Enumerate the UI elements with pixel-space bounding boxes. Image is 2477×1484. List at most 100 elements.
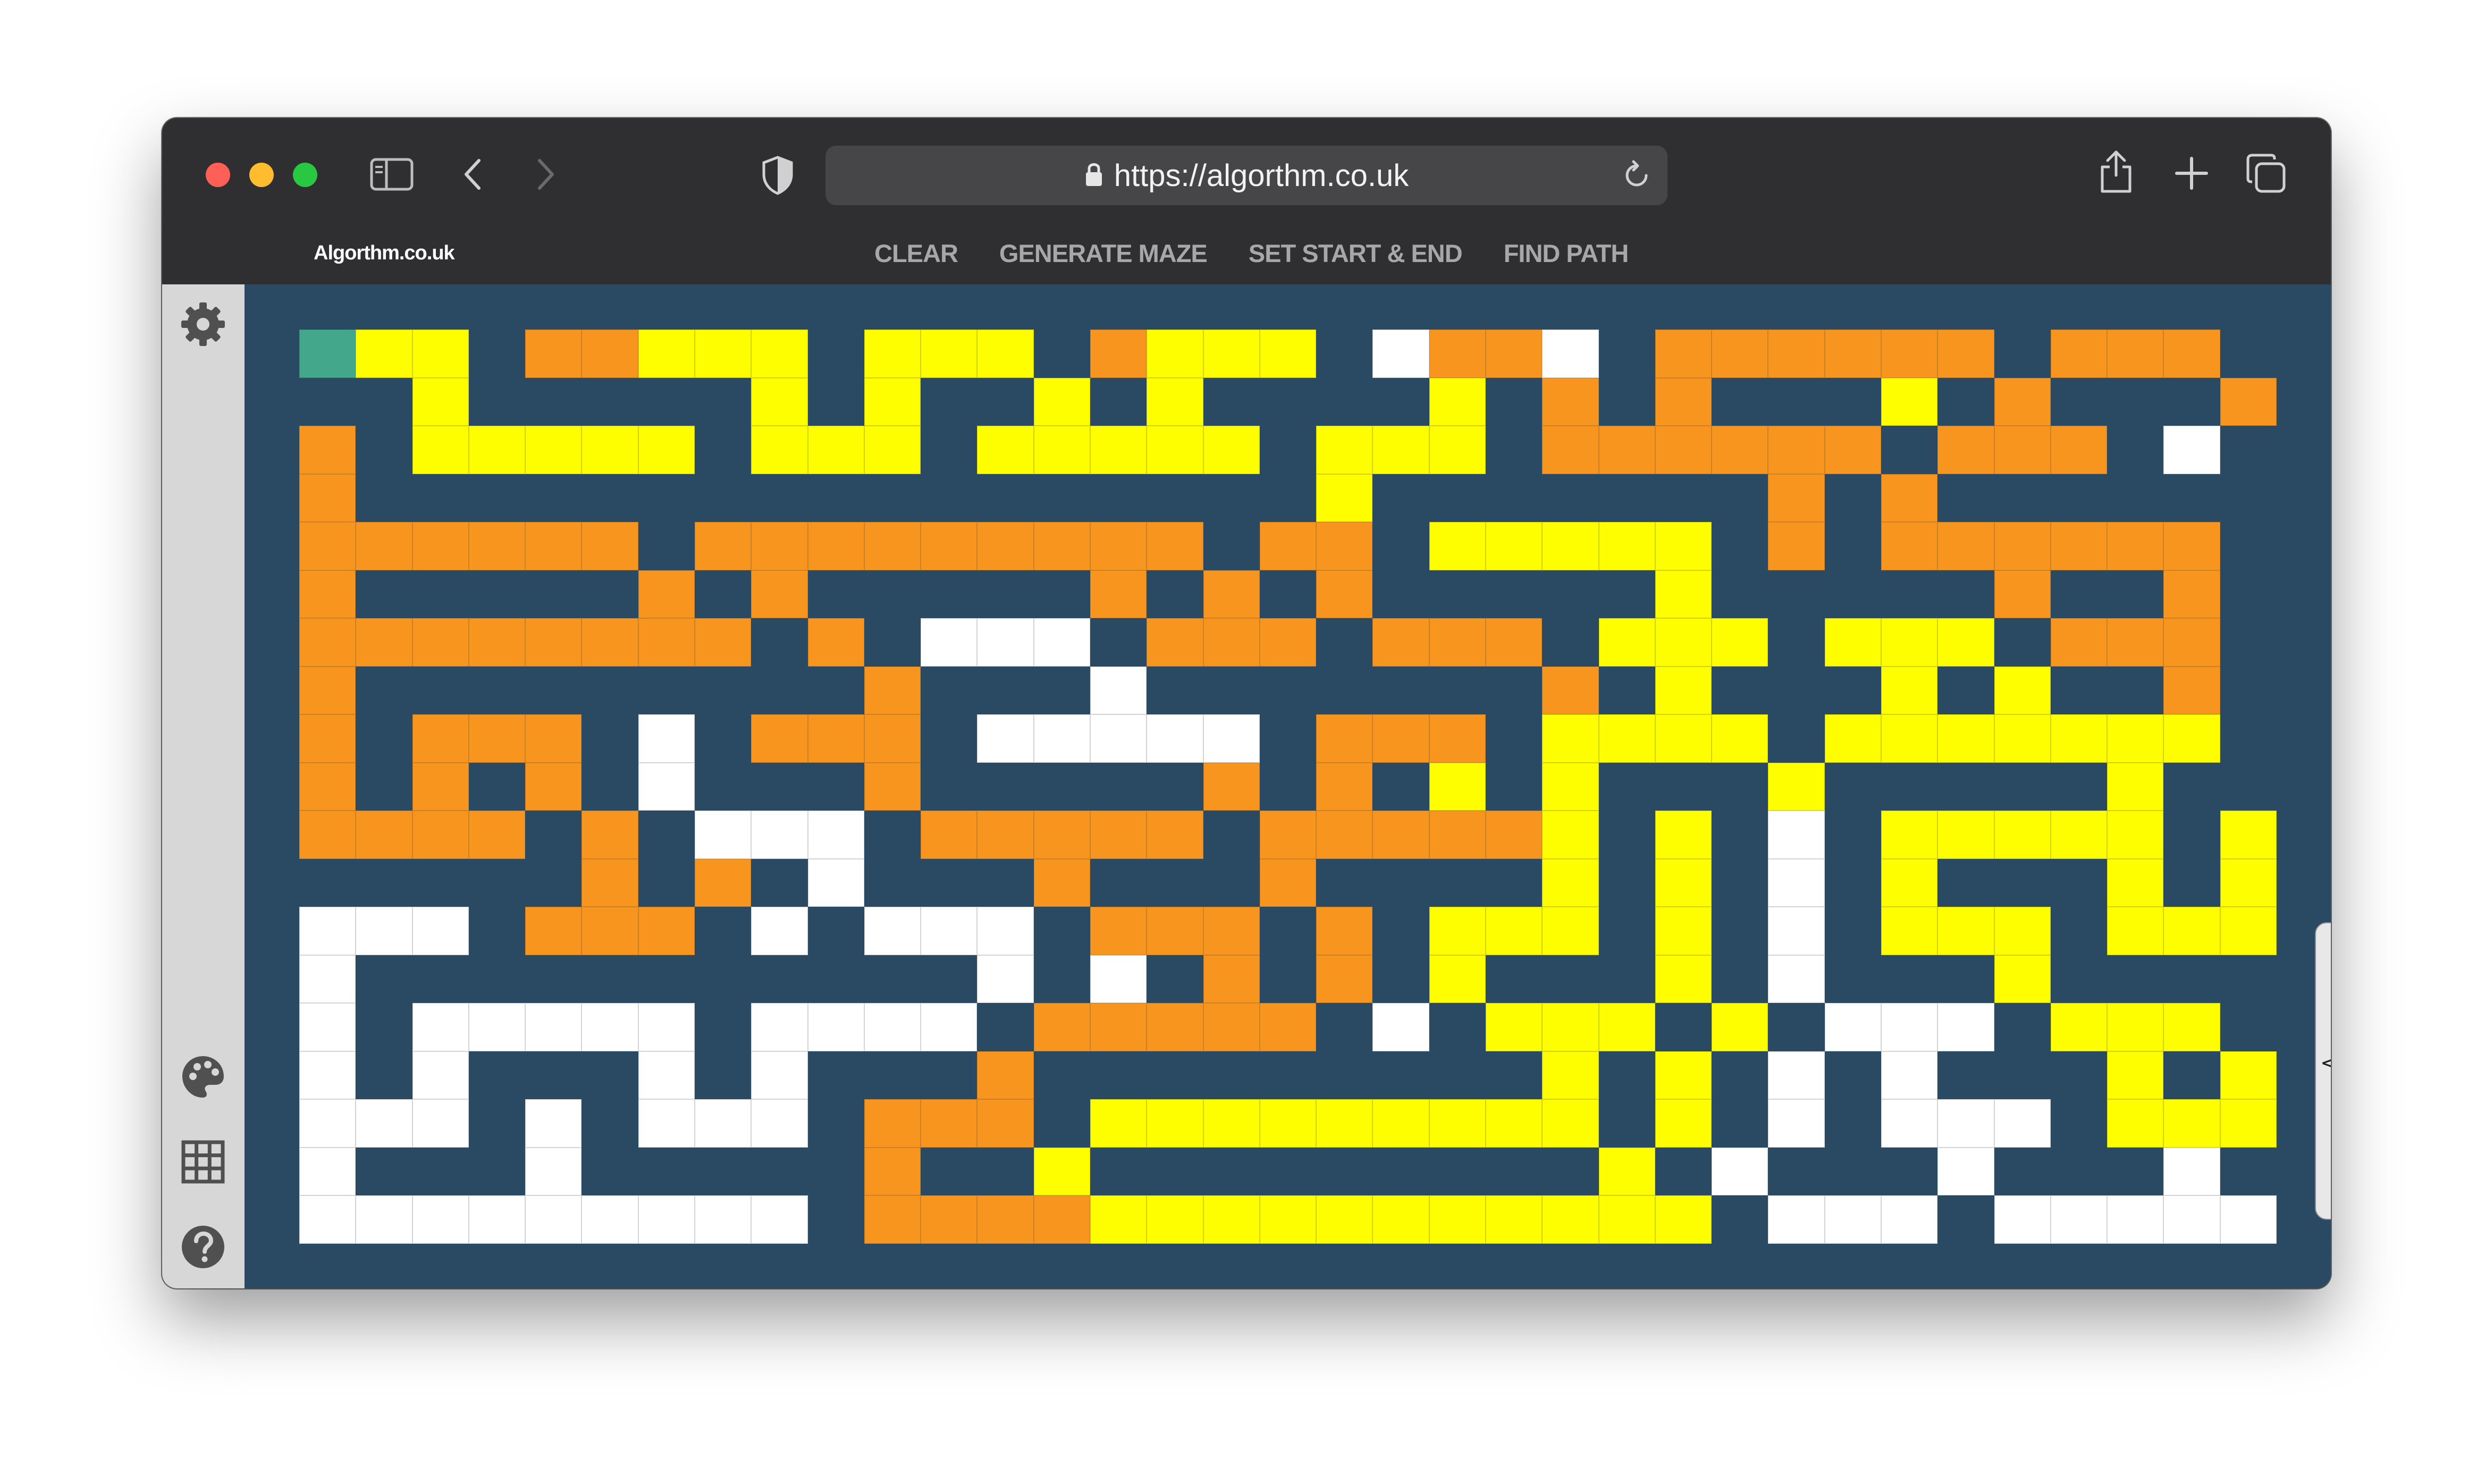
empty-cell[interactable] bbox=[638, 1099, 695, 1148]
path-cell[interactable] bbox=[1655, 907, 1712, 955]
visited-cell[interactable] bbox=[299, 618, 356, 667]
wall-cell[interactable] bbox=[2220, 955, 2277, 1004]
wall-cell[interactable] bbox=[1203, 377, 1260, 426]
visited-cell[interactable] bbox=[1429, 811, 1486, 859]
wall-cell[interactable] bbox=[694, 1051, 752, 1100]
path-cell[interactable] bbox=[1259, 1099, 1317, 1148]
wall-cell[interactable] bbox=[694, 474, 752, 522]
path-cell[interactable] bbox=[2107, 1051, 2164, 1100]
wall-cell[interactable] bbox=[1598, 570, 1655, 619]
wall-cell[interactable] bbox=[1033, 330, 1090, 378]
wall-cell[interactable] bbox=[1033, 1099, 1090, 1148]
visited-cell[interactable] bbox=[2107, 330, 2164, 378]
wall-cell[interactable] bbox=[2107, 1147, 2164, 1196]
empty-cell[interactable] bbox=[977, 955, 1034, 1004]
wall-cell[interactable] bbox=[356, 377, 412, 426]
path-cell[interactable] bbox=[1598, 522, 1655, 570]
visited-cell[interactable] bbox=[2050, 330, 2108, 378]
empty-cell[interactable] bbox=[1090, 666, 1147, 715]
visited-cell[interactable] bbox=[1372, 714, 1429, 763]
empty-cell[interactable] bbox=[1203, 714, 1260, 763]
wall-cell[interactable] bbox=[1768, 714, 1825, 763]
empty-cell[interactable] bbox=[921, 1003, 978, 1051]
empty-cell[interactable] bbox=[525, 1099, 582, 1148]
wall-cell[interactable] bbox=[751, 858, 808, 907]
wall-cell[interactable] bbox=[356, 1003, 412, 1051]
empty-cell[interactable] bbox=[751, 811, 808, 859]
grid-icon[interactable] bbox=[178, 1137, 228, 1187]
visited-cell[interactable] bbox=[582, 618, 638, 667]
visited-cell[interactable] bbox=[412, 618, 469, 667]
visited-cell[interactable] bbox=[1542, 666, 1599, 715]
path-cell[interactable] bbox=[1542, 714, 1599, 763]
wall-cell[interactable] bbox=[1147, 955, 1203, 1004]
empty-cell[interactable] bbox=[299, 955, 356, 1004]
path-cell[interactable] bbox=[921, 330, 978, 378]
wall-cell[interactable] bbox=[1033, 570, 1090, 619]
wall-cell[interactable] bbox=[356, 714, 412, 763]
path-cell[interactable] bbox=[412, 426, 469, 474]
wall-cell[interactable] bbox=[694, 1003, 752, 1051]
empty-cell[interactable] bbox=[1033, 714, 1090, 763]
empty-cell[interactable] bbox=[468, 1003, 526, 1051]
wall-cell[interactable] bbox=[1824, 955, 1881, 1004]
visited-cell[interactable] bbox=[1937, 426, 1994, 474]
visited-cell[interactable] bbox=[864, 666, 921, 715]
wall-cell[interactable] bbox=[638, 377, 695, 426]
wall-cell[interactable] bbox=[751, 955, 808, 1004]
empty-cell[interactable] bbox=[2163, 1195, 2220, 1244]
wall-cell[interactable] bbox=[1203, 1147, 1260, 1196]
wall-cell[interactable] bbox=[1824, 377, 1881, 426]
wall-cell[interactable] bbox=[582, 955, 638, 1004]
visited-cell[interactable] bbox=[694, 522, 752, 570]
empty-cell[interactable] bbox=[1768, 1099, 1825, 1148]
visited-cell[interactable] bbox=[2050, 426, 2108, 474]
empty-cell[interactable] bbox=[525, 1147, 582, 1196]
path-cell[interactable] bbox=[751, 426, 808, 474]
empty-cell[interactable] bbox=[1768, 955, 1825, 1004]
visited-cell[interactable] bbox=[751, 522, 808, 570]
empty-cell[interactable] bbox=[1881, 1099, 1938, 1148]
wall-cell[interactable] bbox=[2220, 426, 2277, 474]
path-cell[interactable] bbox=[1429, 1099, 1486, 1148]
empty-cell[interactable] bbox=[2050, 1195, 2108, 1244]
wall-cell[interactable] bbox=[1147, 570, 1203, 619]
visited-cell[interactable] bbox=[1937, 330, 1994, 378]
wall-cell[interactable] bbox=[1824, 1099, 1881, 1148]
wall-cell[interactable] bbox=[1316, 1051, 1373, 1100]
wall-cell[interactable] bbox=[1598, 1051, 1655, 1100]
path-cell[interactable] bbox=[1598, 618, 1655, 667]
wall-cell[interactable] bbox=[1372, 955, 1429, 1004]
visited-cell[interactable] bbox=[468, 811, 526, 859]
empty-cell[interactable] bbox=[1768, 858, 1825, 907]
wall-cell[interactable] bbox=[1598, 762, 1655, 811]
path-cell[interactable] bbox=[1881, 618, 1938, 667]
wall-cell[interactable] bbox=[751, 1147, 808, 1196]
path-cell[interactable] bbox=[2050, 714, 2108, 763]
wall-cell[interactable] bbox=[638, 858, 695, 907]
gear-icon[interactable] bbox=[178, 299, 228, 349]
wall-cell[interactable] bbox=[525, 570, 582, 619]
wall-cell[interactable] bbox=[468, 762, 526, 811]
wall-cell[interactable] bbox=[638, 955, 695, 1004]
visited-cell[interactable] bbox=[1372, 811, 1429, 859]
wall-cell[interactable] bbox=[2107, 570, 2164, 619]
wall-cell[interactable] bbox=[1203, 666, 1260, 715]
path-cell[interactable] bbox=[1655, 1195, 1712, 1244]
path-cell[interactable] bbox=[1994, 955, 2051, 1004]
path-cell[interactable] bbox=[2220, 1051, 2277, 1100]
wall-cell[interactable] bbox=[1259, 666, 1317, 715]
wall-cell[interactable] bbox=[2220, 474, 2277, 522]
wall-cell[interactable] bbox=[694, 955, 752, 1004]
shield-icon[interactable] bbox=[761, 155, 795, 196]
empty-cell[interactable] bbox=[412, 907, 469, 955]
visited-cell[interactable] bbox=[1485, 618, 1543, 667]
visited-cell[interactable] bbox=[525, 762, 582, 811]
visited-cell[interactable] bbox=[638, 570, 695, 619]
path-cell[interactable] bbox=[1147, 1099, 1203, 1148]
wall-cell[interactable] bbox=[1372, 474, 1429, 522]
wall-cell[interactable] bbox=[2163, 762, 2220, 811]
path-cell[interactable] bbox=[1203, 1195, 1260, 1244]
visited-cell[interactable] bbox=[582, 811, 638, 859]
empty-cell[interactable] bbox=[638, 762, 695, 811]
